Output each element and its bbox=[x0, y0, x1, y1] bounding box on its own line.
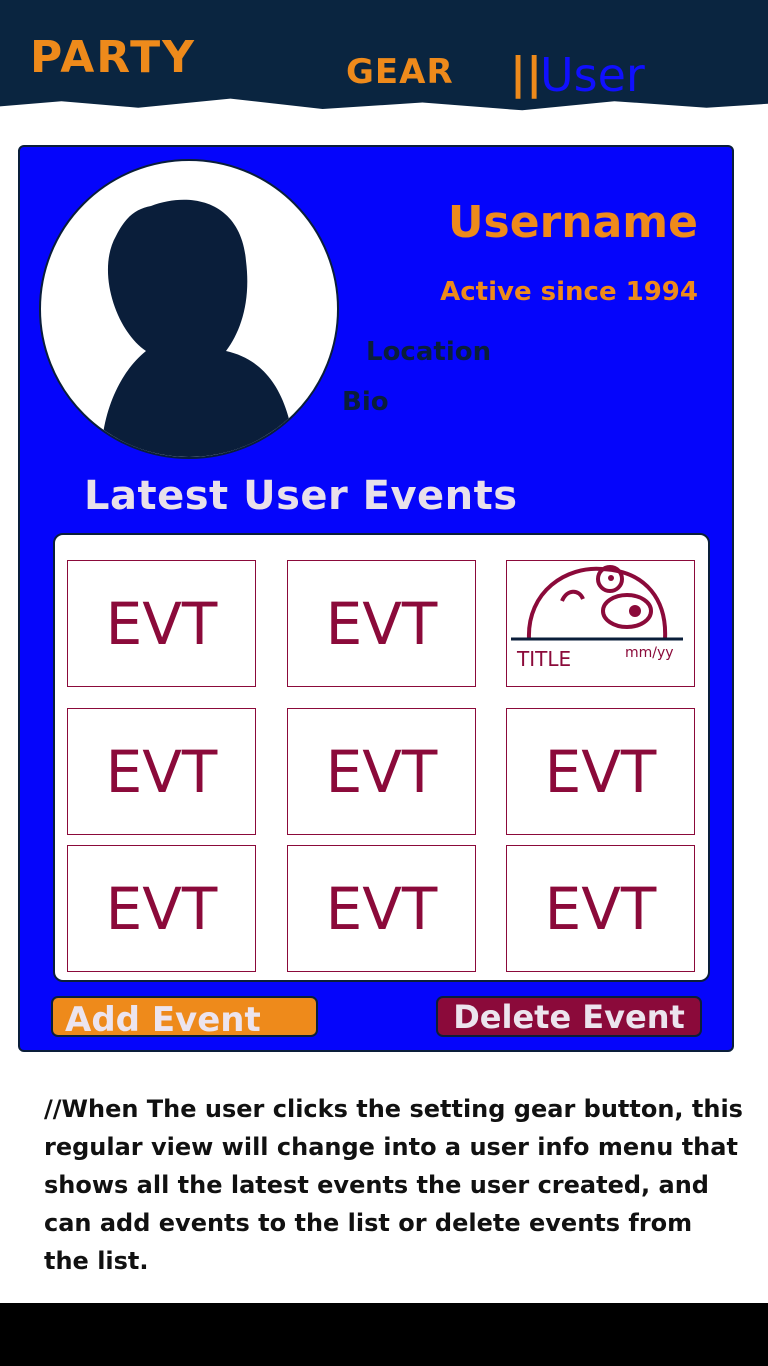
event-tile-featured[interactable]: TITLE mm/yy bbox=[506, 560, 695, 687]
event-tile[interactable]: EVT bbox=[287, 560, 476, 687]
profile-card: Username Active since 1994 Location Bio … bbox=[18, 145, 734, 1052]
event-tile[interactable]: EVT bbox=[67, 560, 256, 687]
avatar[interactable] bbox=[39, 159, 339, 459]
nav-gear-link[interactable]: GEAR bbox=[346, 52, 454, 92]
event-tile-label: EVT bbox=[105, 589, 218, 658]
event-tile-label: EVT bbox=[325, 737, 438, 806]
event-tile[interactable]: EVT bbox=[287, 708, 476, 835]
event-tile-label: EVT bbox=[544, 737, 657, 806]
profile-location: Location bbox=[366, 337, 492, 367]
brand-logo: PARTY bbox=[30, 32, 197, 83]
profile-bio: Bio bbox=[342, 387, 389, 417]
event-tile-date: mm/yy bbox=[625, 645, 674, 661]
event-tile-label: EVT bbox=[325, 874, 438, 943]
event-tile[interactable]: EVT bbox=[287, 845, 476, 972]
profile-active-since: Active since 1994 bbox=[440, 277, 698, 307]
design-note: //When The user clicks the setting gear … bbox=[44, 1095, 743, 1275]
avatar-silhouette-icon bbox=[101, 199, 296, 457]
profile-username: Username bbox=[447, 197, 698, 248]
event-tile-title: TITLE bbox=[517, 647, 572, 671]
event-tile-label: EVT bbox=[544, 874, 657, 943]
nav-separator: || bbox=[510, 48, 543, 99]
delete-event-button[interactable]: Delete Event bbox=[436, 996, 702, 1037]
latest-events-title: Latest User Events bbox=[84, 473, 518, 519]
bottom-bar bbox=[0, 1303, 768, 1366]
event-tile[interactable]: EVT bbox=[506, 845, 695, 972]
event-tile[interactable]: EVT bbox=[67, 845, 256, 972]
event-tile-label: EVT bbox=[105, 737, 218, 806]
events-grid: EVT EVT TITLE mm/yy EVT EVT EVT EVT EVT … bbox=[53, 533, 710, 982]
add-event-button[interactable]: Add Event bbox=[51, 996, 318, 1037]
event-tile-label: EVT bbox=[105, 874, 218, 943]
nav-user-link[interactable]: User bbox=[540, 48, 645, 102]
event-tile[interactable]: EVT bbox=[67, 708, 256, 835]
event-tile[interactable]: EVT bbox=[506, 708, 695, 835]
top-bar: PARTY GEAR || User bbox=[0, 0, 768, 118]
event-tile-label: EVT bbox=[325, 589, 438, 658]
